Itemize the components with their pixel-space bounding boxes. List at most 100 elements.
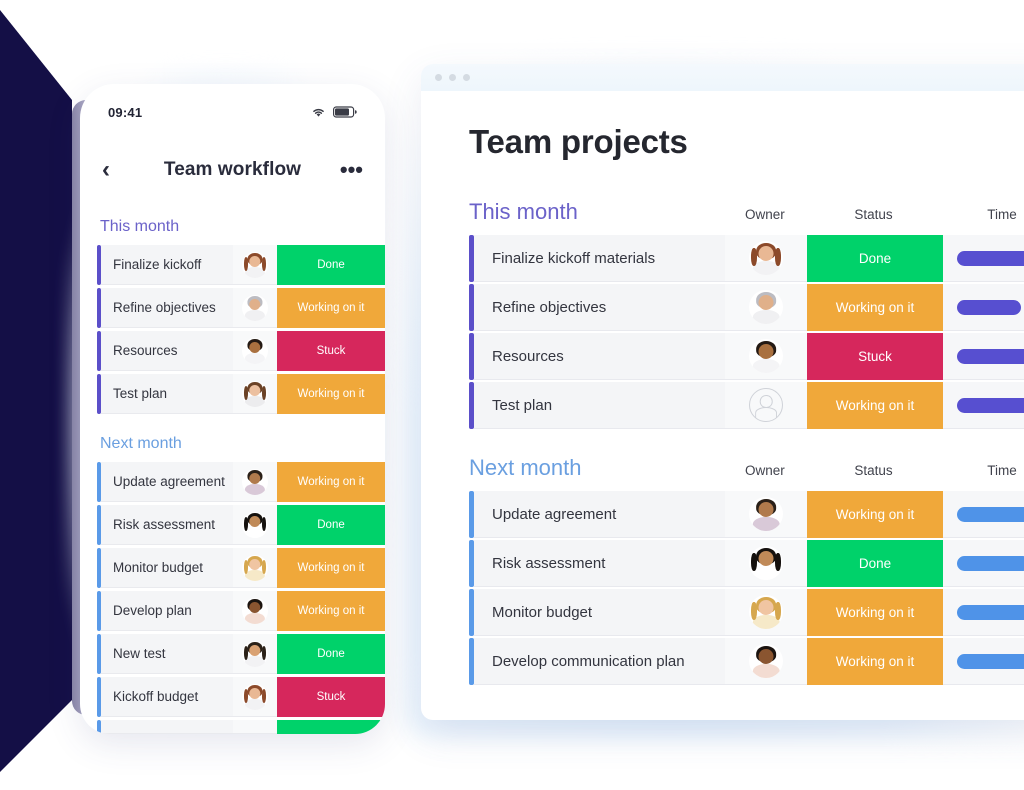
avatar-hair-side — [243, 689, 248, 703]
task-name-cell[interactable]: Refine objectives — [474, 284, 725, 331]
status-badge[interactable]: Working on it — [807, 589, 943, 636]
status-badge[interactable]: Done — [277, 634, 385, 674]
owner-cell[interactable] — [233, 505, 277, 545]
owner-cell[interactable] — [233, 245, 277, 285]
avatar[interactable] — [242, 683, 268, 710]
avatar[interactable] — [242, 597, 268, 624]
task-name-cell[interactable]: Develop communication plan — [474, 638, 725, 685]
avatar[interactable] — [749, 546, 783, 580]
timeline-cell[interactable] — [943, 235, 1024, 282]
owner-cell[interactable] — [233, 677, 277, 717]
task-name-cell[interactable]: Update agreement — [474, 491, 725, 538]
status-badge[interactable]: Working on it — [807, 382, 943, 429]
avatar[interactable] — [242, 380, 268, 407]
table-row: Risk assessment Done — [80, 505, 385, 545]
avatar-face — [249, 255, 261, 268]
status-badge[interactable]: Working on it — [277, 462, 385, 502]
status-badge[interactable]: Working on it — [277, 591, 385, 631]
avatar-placeholder[interactable] — [749, 388, 783, 422]
task-name-cell[interactable]: Risk assessment — [474, 540, 725, 587]
task-name-cell[interactable]: Test plan — [474, 382, 725, 429]
task-name-cell[interactable]: Finalize kickoff — [101, 245, 233, 285]
status-badge[interactable]: Stuck — [807, 333, 943, 380]
more-options-icon[interactable]: ••• — [337, 159, 363, 181]
owner-cell[interactable] — [725, 333, 807, 380]
avatar[interactable] — [242, 468, 268, 495]
timeline-bar — [957, 506, 1024, 522]
owner-cell[interactable] — [233, 288, 277, 328]
task-name-cell[interactable]: Risk assessment — [101, 505, 233, 545]
task-name-cell[interactable]: Kickoff budget — [101, 677, 233, 717]
avatar[interactable] — [242, 337, 268, 364]
status-badge[interactable]: Done — [277, 505, 385, 545]
status-badge[interactable]: Done — [277, 245, 385, 285]
owner-cell[interactable] — [233, 331, 277, 371]
column-header-time: Time — [987, 463, 1017, 478]
timeline-cell[interactable] — [943, 491, 1024, 538]
status-badge[interactable]: Working on it — [807, 491, 943, 538]
task-name-cell[interactable]: Resources — [474, 333, 725, 380]
avatar[interactable] — [242, 640, 268, 667]
table-row-partial — [80, 720, 385, 734]
avatar[interactable] — [749, 339, 783, 373]
timeline-cell[interactable] — [943, 333, 1024, 380]
timeline-cell[interactable] — [943, 284, 1024, 331]
window-close-dot[interactable] — [435, 74, 442, 81]
status-badge[interactable]: Done — [807, 235, 943, 282]
owner-cell[interactable] — [725, 540, 807, 587]
window-maximize-dot[interactable] — [463, 74, 470, 81]
status-badge[interactable]: Working on it — [807, 638, 943, 685]
owner-cell[interactable] — [725, 638, 807, 685]
avatar-hair-side — [262, 560, 267, 574]
section-title: Next month — [469, 455, 582, 480]
avatar-face — [758, 551, 774, 567]
avatar[interactable] — [749, 497, 783, 531]
task-name-cell[interactable] — [101, 720, 233, 734]
status-badge[interactable]: Working on it — [807, 284, 943, 331]
owner-cell[interactable] — [233, 548, 277, 588]
avatar[interactable] — [242, 294, 268, 321]
status-badge[interactable]: Working on it — [277, 374, 385, 414]
status-badge[interactable]: Stuck — [277, 677, 385, 717]
task-name-cell[interactable]: Monitor budget — [474, 589, 725, 636]
owner-cell[interactable] — [725, 589, 807, 636]
task-name-cell[interactable]: Finalize kickoff materials — [474, 235, 725, 282]
avatar-body — [244, 309, 266, 321]
column-header-owner: Owner — [745, 207, 785, 222]
status-badge[interactable] — [277, 720, 385, 734]
owner-cell[interactable] — [233, 591, 277, 631]
owner-cell[interactable] — [233, 634, 277, 674]
task-name-cell[interactable]: Develop plan — [101, 591, 233, 631]
avatar[interactable] — [242, 511, 268, 538]
owner-cell[interactable] — [725, 382, 807, 429]
task-name-cell[interactable]: Resources — [101, 331, 233, 371]
status-badge[interactable]: Done — [807, 540, 943, 587]
avatar-hair-side — [775, 248, 781, 267]
status-badge[interactable]: Working on it — [277, 548, 385, 588]
owner-cell[interactable] — [725, 491, 807, 538]
task-name-cell[interactable]: Test plan — [101, 374, 233, 414]
owner-cell[interactable] — [725, 235, 807, 282]
timeline-cell[interactable] — [943, 382, 1024, 429]
avatar[interactable] — [242, 251, 268, 278]
back-icon[interactable]: ‹ — [102, 158, 128, 182]
timeline-cell[interactable] — [943, 638, 1024, 685]
task-name-cell[interactable]: Refine objectives — [101, 288, 233, 328]
owner-cell[interactable] — [233, 720, 277, 734]
avatar[interactable] — [749, 241, 783, 275]
owner-cell[interactable] — [725, 284, 807, 331]
owner-cell[interactable] — [233, 462, 277, 502]
timeline-cell[interactable] — [943, 540, 1024, 587]
task-name-cell[interactable]: New test — [101, 634, 233, 674]
avatar[interactable] — [749, 595, 783, 629]
owner-cell[interactable] — [233, 374, 277, 414]
avatar[interactable] — [749, 644, 783, 678]
avatar[interactable] — [749, 290, 783, 324]
task-name-cell[interactable]: Update agreement — [101, 462, 233, 502]
task-name-cell[interactable]: Monitor budget — [101, 548, 233, 588]
avatar[interactable] — [242, 554, 268, 581]
window-minimize-dot[interactable] — [449, 74, 456, 81]
status-badge[interactable]: Stuck — [277, 331, 385, 371]
timeline-cell[interactable] — [943, 589, 1024, 636]
status-badge[interactable]: Working on it — [277, 288, 385, 328]
